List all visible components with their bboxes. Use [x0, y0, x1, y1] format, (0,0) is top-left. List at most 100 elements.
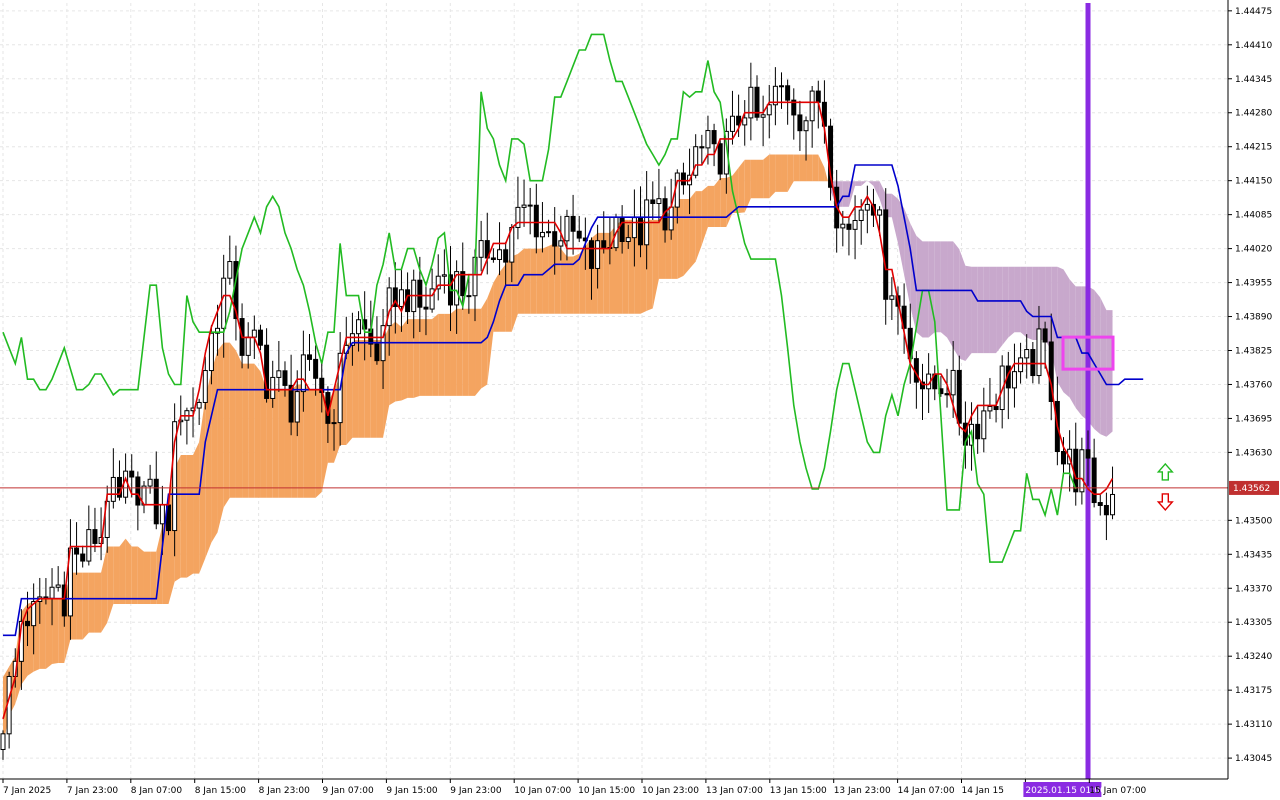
kumo-bull-segment [248, 363, 255, 498]
kumo-bull-segment [211, 350, 218, 543]
kumo-bull-segment [186, 455, 194, 578]
kumo-bear-segment [928, 241, 935, 338]
candle-body-bull [147, 478, 153, 487]
y-tick-label: 1.43695 [1235, 414, 1272, 424]
kumo-bear-segment [922, 241, 929, 338]
candle-body-bull [55, 584, 61, 588]
candle-body-bear [288, 384, 294, 423]
kumo-bear-segment [1057, 266, 1064, 393]
x-tick-label: 7 Jan 2025 [3, 786, 51, 796]
candle-body-bull [950, 369, 956, 396]
kumo-bull-segment [143, 551, 151, 605]
candle-body-bull [478, 240, 484, 258]
kumo-bear-segment [959, 249, 966, 361]
kumo-bull-segment [707, 185, 715, 227]
kumo-bull-segment [229, 342, 236, 498]
candle-body-bull [858, 209, 864, 221]
y-tick-label: 1.43955 [1235, 279, 1272, 289]
candle-body-bear [601, 240, 607, 248]
y-tick-label: 1.44280 [1235, 109, 1272, 119]
candle-body-bear [1103, 504, 1109, 516]
candle-body-bear [588, 240, 594, 269]
kumo-bear-segment [1100, 297, 1107, 437]
candle-body-bear [503, 249, 509, 263]
candle-body-bull [1018, 357, 1024, 373]
y-tick-label: 1.44150 [1235, 177, 1272, 187]
candle-body-bull [1011, 371, 1017, 389]
y-tick-label: 1.44020 [1235, 245, 1272, 255]
candle-body-bull [705, 130, 711, 149]
kumo-bull-segment [407, 319, 414, 398]
candle-body-bear [944, 393, 950, 396]
kumo-bull-segment [82, 572, 89, 640]
candle-body-bull [987, 405, 993, 412]
kumo-bear-segment [996, 266, 1003, 354]
candle-body-bull [668, 206, 674, 231]
kumo-bear-segment [953, 241, 960, 359]
kumo-bull-segment [775, 154, 782, 192]
x-tick-label: 14 Jan 07:00 [898, 786, 955, 796]
candle-body-bear [25, 620, 31, 627]
candle-body-bull [631, 217, 637, 239]
candle-body-bear [153, 478, 159, 525]
candle-body-bull [221, 277, 227, 329]
candle-body-bull [864, 203, 870, 211]
kumo-bull-segment [119, 538, 126, 605]
candle-body-bear [135, 476, 141, 506]
y-tick-label: 1.44475 [1235, 7, 1272, 17]
candle-body-bull [539, 231, 545, 238]
candle-body-bull [86, 529, 92, 562]
candle-body-bull [245, 336, 251, 356]
candle[interactable] [717, 138, 723, 181]
candle-body-bear [650, 199, 656, 205]
candle-body-bear [1097, 502, 1103, 506]
kumo-bear-segment [1014, 266, 1021, 333]
kumo-bear-segment [1094, 289, 1101, 435]
candle-body-bear [1042, 328, 1048, 343]
y-tick-label: 1.44410 [1235, 41, 1272, 51]
y-tick-label: 1.43045 [1235, 754, 1272, 764]
kumo-bear-segment [983, 266, 990, 354]
y-tick-label: 1.44085 [1235, 211, 1272, 221]
kumo-bull-segment [750, 159, 757, 199]
candle-body-bull [779, 85, 785, 88]
candle-body-bull [331, 422, 337, 425]
candle-body-bull [1036, 328, 1042, 377]
kumo-bull-segment [272, 389, 279, 498]
x-tick-label: 13 Jan 15:00 [770, 786, 827, 796]
candle-body-bear [257, 329, 263, 346]
kumo-bull-segment [137, 546, 144, 605]
x-tick-label: 7 Jan 23:00 [67, 786, 119, 796]
candle-body-bear [619, 216, 625, 243]
kumo-bull-segment [806, 154, 813, 182]
candle-body-bull [1079, 449, 1085, 493]
kumo-bull-segment [413, 319, 420, 398]
candle-body-bear [80, 553, 86, 562]
candle-body-bear [533, 204, 539, 238]
kumo-bull-segment [419, 319, 426, 396]
kumo-bull-segment [542, 245, 549, 314]
candle-body-bear [699, 146, 705, 149]
candle-body-bull [0, 733, 6, 750]
candle-body-bear [282, 370, 288, 386]
candle-body-bear [711, 130, 717, 145]
candle-body-bull [564, 215, 570, 242]
candle-body-bull [270, 376, 276, 399]
candle-body-bear [846, 223, 852, 230]
kumo-bull-segment [223, 342, 230, 508]
candle-body-bull [877, 209, 883, 216]
kumo-bull-segment [125, 538, 132, 605]
kumo-bull-segment [193, 441, 200, 574]
x-tick-label: 9 Jan 23:00 [450, 786, 502, 796]
kumo-bear-segment [989, 266, 997, 354]
candle-body-bull [196, 401, 202, 409]
kumo-bull-segment [389, 321, 396, 406]
candle-body-bull [441, 274, 447, 277]
candle-body-bull [208, 332, 214, 372]
kumo-bull-segment [315, 389, 322, 498]
kumo-bull-segment [548, 243, 555, 314]
cursor-layer [1085, 3, 1091, 779]
kumo-bull-segment [358, 340, 365, 438]
kumo-bull-segment [689, 191, 696, 269]
kumo-bull-segment [438, 313, 445, 396]
